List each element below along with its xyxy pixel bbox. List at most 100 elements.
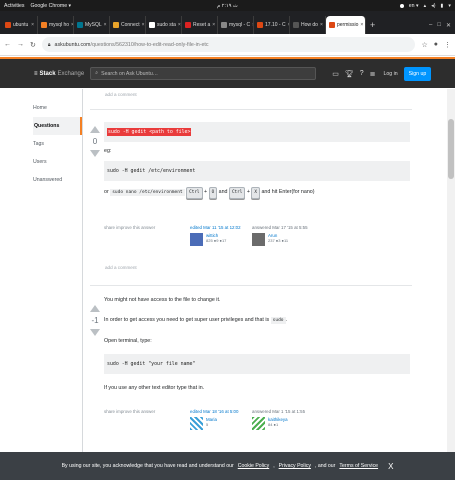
browser-tab-strip: ubuntu × mysql ho × MySQL × Connect × sudo sta × R…: [0, 11, 455, 34]
editor-card: edited Mar 11 '15 at 12:02 wittich 825 ●9…: [190, 225, 255, 246]
clock[interactable]: ث ٢:١٩ م: [217, 3, 238, 9]
favicon-icon: [329, 22, 335, 28]
paragraph: You might not have access to the file to…: [104, 297, 221, 303]
add-comment-link[interactable]: add a comment: [105, 92, 137, 97]
close-window-button[interactable]: ✕: [446, 22, 451, 29]
network-icon[interactable]: ▴: [424, 3, 427, 9]
code-line: sudo -H gedit /etc/environment: [107, 168, 196, 174]
favicon-icon: [257, 22, 263, 28]
favicon-icon: [293, 22, 299, 28]
close-banner-button[interactable]: X: [388, 462, 393, 471]
battery-icon[interactable]: ▮: [441, 3, 444, 9]
stackexchange-logo[interactable]: ≡ Stack Exchange: [34, 71, 84, 77]
author-card: answered Mar 1 '15 at 1:55 kaithikeya 84 …: [252, 409, 317, 430]
achievements-icon[interactable]: 🏆︎: [345, 70, 354, 78]
app-menu[interactable]: Google Chrome ▾: [30, 3, 71, 9]
answered-time: answered Mar 1 '15 at 1:55: [252, 409, 306, 414]
answer-separator: [90, 285, 412, 286]
maximize-button[interactable]: □: [437, 22, 441, 28]
browser-tab[interactable]: ubuntu ×: [2, 16, 38, 34]
code-line: sudo -H gedit "your file name": [107, 361, 196, 367]
answer-body: sudo -H gedit <path to file> eg: sudo -H…: [104, 122, 410, 199]
edited-time[interactable]: edited Mar 18 '16 at 5:00: [190, 409, 255, 414]
nav-questions[interactable]: Questions: [33, 117, 82, 135]
browser-tab[interactable]: 17.10 - C×: [254, 16, 290, 34]
add-comment-link[interactable]: add a comment: [105, 265, 137, 270]
avatar[interactable]: [252, 417, 265, 430]
downvote-icon[interactable]: [90, 150, 100, 157]
edited-time[interactable]: edited Mar 11 '15 at 12:02: [190, 225, 255, 230]
tab-label: Reset a: [193, 22, 211, 28]
user-rep: 825 ●9 ●17: [206, 238, 227, 243]
code-block: sudo -H gedit /etc/environment: [104, 161, 410, 181]
forward-icon[interactable]: →: [17, 41, 24, 48]
browser-tab[interactable]: permissio ×: [326, 16, 366, 34]
avatar[interactable]: [252, 233, 265, 246]
activities-button[interactable]: Activities: [4, 3, 24, 9]
bookmark-star-icon[interactable]: ☆: [421, 41, 427, 49]
favicon-icon: [221, 22, 227, 28]
minimize-button[interactable]: –: [429, 22, 432, 28]
new-tab-button[interactable]: +: [366, 16, 379, 34]
site-header: ≡ Stack Exchange ⌕ Search on Ask Ubuntu… …: [0, 57, 455, 88]
browser-tab[interactable]: MySQL ×: [74, 16, 110, 34]
page-scrollbar[interactable]: [447, 89, 455, 455]
close-tab-icon[interactable]: ×: [178, 22, 181, 28]
share-improve-links[interactable]: share improve this answer: [104, 225, 155, 230]
nav-tags[interactable]: Tags: [33, 135, 82, 153]
language-indicator[interactable]: en ▾: [409, 3, 419, 9]
paragraph: In order to get access you need to get s…: [104, 317, 287, 324]
chrome-menu-icon[interactable]: ⋮: [444, 41, 451, 49]
left-sidebar: Home Questions Tags Users Unanswered: [33, 99, 82, 189]
reload-icon[interactable]: ↻: [30, 41, 36, 49]
profile-icon[interactable]: ●: [434, 41, 438, 48]
address-bar[interactable]: 🔒︎ askubuntu.com/questions/562310/how-to…: [41, 37, 416, 52]
back-icon[interactable]: ←: [4, 41, 11, 48]
inline-code: sudo: [270, 317, 286, 324]
inbox-icon[interactable]: ▭: [332, 70, 339, 78]
browser-tab[interactable]: Reset a ×: [182, 16, 218, 34]
scrollbar-thumb[interactable]: [448, 119, 454, 179]
close-tab-icon[interactable]: ×: [212, 22, 215, 28]
dropbox-icon[interactable]: [399, 3, 404, 8]
terms-link[interactable]: Terms of Service: [339, 463, 378, 469]
close-tab-icon[interactable]: ×: [104, 22, 107, 28]
cookie-banner: By using our site, you acknowledge that …: [0, 452, 455, 480]
favicon-icon: [185, 22, 191, 28]
login-link[interactable]: Log in: [384, 71, 398, 77]
browser-tab[interactable]: Connect ×: [110, 16, 146, 34]
avatar[interactable]: [190, 417, 203, 430]
tab-label: Connect: [121, 22, 140, 28]
avatar[interactable]: [190, 233, 203, 246]
menu-icon: ≡: [34, 70, 38, 77]
browser-tab[interactable]: How do ×: [290, 16, 326, 34]
site-switcher-icon[interactable]: ≣: [370, 70, 376, 78]
close-tab-icon[interactable]: ×: [142, 22, 145, 28]
upvote-icon[interactable]: [90, 305, 100, 312]
system-menu-icon[interactable]: ▾: [448, 3, 451, 9]
share-improve-links[interactable]: share improve this answer: [104, 409, 155, 414]
downvote-icon[interactable]: [90, 329, 100, 336]
signup-button[interactable]: Sign up: [403, 66, 432, 81]
privacy-policy-link[interactable]: Privacy Policy: [279, 463, 311, 469]
close-tab-icon[interactable]: ×: [320, 22, 323, 28]
nav-unanswered[interactable]: Unanswered: [33, 171, 82, 189]
close-tab-icon[interactable]: ×: [31, 22, 34, 28]
cookie-policy-link[interactable]: Cookie Policy: [238, 463, 269, 469]
code-block: sudo -H gedit "your file name": [104, 354, 410, 374]
close-tab-icon[interactable]: ×: [360, 22, 363, 28]
code-block: sudo -H gedit <path to file>: [104, 122, 410, 142]
browser-tab[interactable]: mysql ho ×: [38, 16, 74, 34]
upvote-icon[interactable]: [90, 126, 100, 133]
help-icon[interactable]: ?: [360, 70, 364, 77]
volume-icon[interactable]: ◂): [431, 3, 435, 9]
nav-home[interactable]: Home: [33, 99, 82, 117]
nav-users[interactable]: Users: [33, 153, 82, 171]
browser-tab[interactable]: sudo sta ×: [146, 16, 182, 34]
paragraph: or sudo nano /etc/environment Ctrl + O a…: [104, 187, 410, 199]
site-search-input[interactable]: ⌕ Search on Ask Ubuntu…: [90, 67, 317, 80]
browser-tab[interactable]: mysql - C×: [218, 16, 254, 34]
kbd-key: X: [251, 187, 260, 199]
paragraph: If you use any other text editor type th…: [104, 385, 205, 391]
answered-time: answered Mar 17 '15 at 5:55: [252, 225, 308, 230]
